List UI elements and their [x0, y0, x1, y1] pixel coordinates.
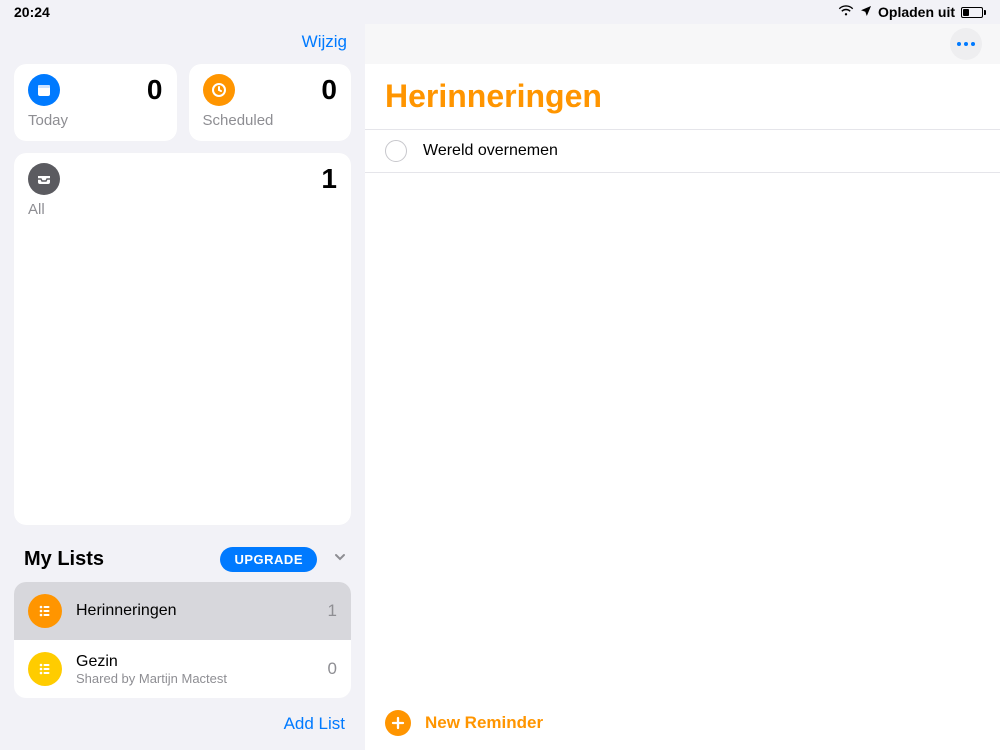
list-heading: Herinneringen: [365, 64, 1000, 129]
main-footer: New Reminder: [365, 696, 1000, 750]
location-icon: [860, 4, 872, 20]
list-item-herinneringen[interactable]: Herinneringen 1: [14, 582, 351, 640]
status-right: Opladen uit: [838, 4, 986, 20]
scheduled-label: Scheduled: [203, 112, 338, 129]
reminder-row[interactable]: Wereld overnemen: [365, 129, 1000, 173]
chevron-down-icon[interactable]: [333, 550, 347, 569]
today-label: Today: [28, 112, 163, 129]
list-item-gezin[interactable]: Gezin Shared by Martijn Mactest 0: [14, 640, 351, 698]
card-today[interactable]: 0 Today: [14, 64, 177, 141]
all-label: All: [28, 201, 337, 218]
scheduled-count: 0: [321, 74, 337, 106]
list-subtitle: Shared by Martijn Mactest: [76, 671, 314, 686]
all-count: 1: [321, 163, 337, 195]
list-count: 0: [328, 659, 337, 679]
plus-icon[interactable]: [385, 710, 411, 736]
sidebar-footer: Add List: [0, 698, 365, 750]
wifi-icon: [838, 4, 854, 20]
edit-button[interactable]: Wijzig: [302, 32, 347, 52]
list-group: Herinneringen 1 Gezin Shared by Martijn …: [14, 582, 351, 698]
inbox-icon: [28, 163, 60, 195]
list-count: 1: [328, 601, 337, 621]
charging-label: Opladen uit: [878, 4, 955, 20]
card-all[interactable]: 1 All: [14, 153, 351, 525]
main-pane: Herinneringen Wereld overnemen New Remin…: [365, 24, 1000, 750]
battery-icon: [961, 7, 986, 18]
calendar-icon: [28, 74, 60, 106]
status-time: 20:24: [14, 4, 50, 20]
new-reminder-button[interactable]: New Reminder: [425, 713, 543, 733]
list-title: Herinneringen: [76, 602, 314, 620]
list-title: Gezin: [76, 653, 314, 671]
sidebar-header: Wijzig: [0, 24, 365, 64]
mylists-header: My Lists UPGRADE: [0, 525, 365, 582]
checkbox-circle[interactable]: [385, 140, 407, 162]
today-count: 0: [147, 74, 163, 106]
add-list-button[interactable]: Add List: [284, 714, 345, 734]
sidebar: Wijzig 0 Today 0 Scheduled: [0, 24, 365, 750]
card-scheduled[interactable]: 0 Scheduled: [189, 64, 352, 141]
more-button[interactable]: [950, 28, 982, 60]
reminder-text[interactable]: Wereld overnemen: [423, 142, 558, 160]
main-header: [365, 24, 1000, 64]
status-bar: 20:24 Opladen uit: [0, 0, 1000, 24]
upgrade-button[interactable]: UPGRADE: [220, 547, 317, 572]
ellipsis-icon: [957, 42, 975, 46]
mylists-title: My Lists: [24, 548, 104, 571]
list-bullet-icon: [28, 594, 62, 628]
list-bullet-icon: [28, 652, 62, 686]
clock-icon: [203, 74, 235, 106]
